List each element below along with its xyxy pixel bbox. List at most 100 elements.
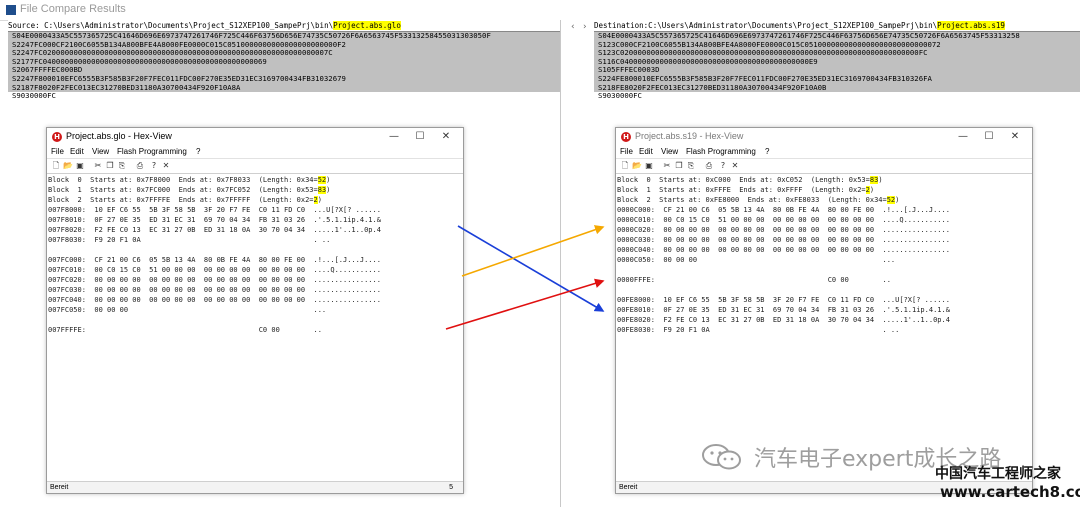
- hex-dump-line: 0000C020: 00 00 00 00 00 00 00 00 00 00 …: [617, 226, 950, 234]
- srecord-line: S116C04000000000000000000000000000000000…: [594, 57, 1080, 67]
- menu-flash-programming[interactable]: Flash Programming: [686, 147, 756, 156]
- srecord-line: S2247FC020000000000000000000000000000000…: [8, 49, 560, 58]
- hex-dump-line: 00FE8020: F2 FE C0 13 EC 31 27 0B ED 31 …: [617, 316, 950, 324]
- window-titlebar: File Compare Results: [0, 0, 1080, 21]
- block-info-line: Block 2 Starts at: 0x7FFFFE Ends at: 0x7…: [48, 196, 322, 204]
- pane-splitter[interactable]: ‹ ›: [560, 20, 596, 507]
- close-button[interactable]: ✕: [433, 130, 459, 144]
- open-folder-icon[interactable]: 📂: [632, 161, 642, 171]
- hex-dump-line: 007FC050: 00 00 00 ...: [48, 306, 327, 314]
- menu-view[interactable]: View: [92, 147, 109, 156]
- menu-edit[interactable]: Edit: [70, 147, 84, 156]
- source-file-highlight: Project.abs.glo: [333, 21, 401, 30]
- hex-dump-line: 00FE8030: F9 20 F1 0A . ..: [617, 326, 900, 334]
- length-highlight: 52: [317, 176, 327, 184]
- menu-edit[interactable]: Edit: [639, 147, 653, 156]
- hex-dump-line: 0000C000: CF 21 00 C6 05 5B 13 4A 80 0B …: [617, 206, 950, 214]
- new-file-icon[interactable]: 🗋: [620, 161, 630, 171]
- minimize-button[interactable]: —: [950, 130, 976, 144]
- cut-icon[interactable]: ✂: [662, 161, 672, 171]
- hexview-titlebar[interactable]: H Project.abs.glo - Hex-View — ☐ ✕: [47, 128, 463, 146]
- close-file-icon[interactable]: ✕: [161, 161, 171, 171]
- print-icon[interactable]: ⎙: [704, 161, 714, 171]
- srecord-line: S123C02000000000000000000000000000000000…: [594, 49, 1080, 58]
- save-icon[interactable]: ▣: [644, 161, 654, 171]
- length-highlight: 83: [317, 186, 327, 194]
- hex-dump-line: 007F8030: F9 20 F1 0A . ..: [48, 236, 331, 244]
- watermark: 汽车电子expert成长之路 中国汽车工程师之家 www.cartech8.co…: [700, 441, 1080, 507]
- menu-help[interactable]: ?: [765, 147, 769, 156]
- srecord-line: S224FE800010EFC6555B3F585B3F20F7FEC011FD…: [594, 74, 1080, 84]
- hexview-content[interactable]: Block 0 Starts at: 0xC000 Ends at: 0xC05…: [617, 174, 1031, 481]
- block-info-line: Block 1 Starts at: 0x7FC000 Ends at: 0x7…: [48, 186, 331, 194]
- close-file-icon[interactable]: ✕: [730, 161, 740, 171]
- srecord-line: S123C000CF2100C6055B134A800BFE4A8000FE00…: [594, 40, 1080, 50]
- save-icon[interactable]: ▣: [75, 161, 85, 171]
- hexview-menubar: File Edit View Flash Programming ?: [616, 146, 1032, 158]
- destination-records: S04E0000433A5C557365725C41646D696E697374…: [594, 32, 1080, 93]
- open-folder-icon[interactable]: 📂: [63, 161, 73, 171]
- maximize-button[interactable]: ☐: [976, 130, 1002, 144]
- hexview-toolbar: 🗋 📂 ▣ ✂ ❐ ⎘ ⎙ ? ✕: [616, 158, 1032, 174]
- help-icon[interactable]: ?: [718, 161, 728, 171]
- paste-icon[interactable]: ⎘: [117, 161, 127, 171]
- menu-view[interactable]: View: [661, 147, 678, 156]
- source-path: Source: C:\Users\Administrator\Documents…: [8, 20, 560, 32]
- hexview-app-icon: H: [621, 132, 631, 142]
- hexview-statusbar: Bereit 5: [47, 481, 463, 493]
- destination-path: Destination:C:\Users\Administrator\Docum…: [594, 20, 1080, 32]
- help-icon[interactable]: ?: [149, 161, 159, 171]
- srecord-line: S2187F8020F2FEC013EC31270BED31180A307004…: [8, 83, 560, 93]
- menu-file[interactable]: File: [51, 147, 64, 156]
- hex-dump-line: 0000C010: 00 C0 15 C0 51 00 00 00 00 00 …: [617, 216, 950, 224]
- hexview-app-icon: H: [52, 132, 62, 142]
- hex-dump-line: 0000C030: 00 00 00 00 00 00 00 00 00 00 …: [617, 236, 950, 244]
- window-title: File Compare Results: [20, 3, 126, 15]
- hexview-window-s19[interactable]: H Project.abs.s19 - Hex-View — ☐ ✕ File …: [615, 127, 1033, 494]
- hex-dump-line: 007FC030: 00 00 00 00 00 00 00 00 00 00 …: [48, 286, 381, 294]
- menu-flash-programming[interactable]: Flash Programming: [117, 147, 187, 156]
- hexview-content[interactable]: Block 0 Starts at: 0x7F8000 Ends at: 0x7…: [48, 174, 462, 481]
- paste-icon[interactable]: ⎘: [686, 161, 696, 171]
- menu-help[interactable]: ?: [196, 147, 200, 156]
- copy-icon[interactable]: ❐: [674, 161, 684, 171]
- maximize-button[interactable]: ☐: [407, 130, 433, 144]
- source-records: S04E0000433A5C557365725C41646D696E697374…: [8, 32, 560, 93]
- status-number: 5: [449, 484, 453, 491]
- status-text: Bereit: [619, 484, 638, 491]
- hex-dump-line: 0000FFFE: C0 00 ..: [617, 276, 891, 284]
- destination-file-highlight: Project.abs.s19: [937, 21, 1005, 30]
- block-info-line: Block 0 Starts at: 0x7F8000 Ends at: 0x7…: [48, 176, 331, 184]
- hex-dump-line: 007FC020: 00 00 00 00 00 00 00 00 00 00 …: [48, 276, 381, 284]
- close-button[interactable]: ✕: [1002, 130, 1028, 144]
- srecord-line: S2247FC000CF2100C6055B134A800BFE4A8000FE…: [8, 40, 560, 50]
- hex-dump-line: 0000C040: 00 00 00 00 00 00 00 00 00 00 …: [617, 246, 950, 254]
- watermark-site-name: 中国汽车工程师之家: [935, 466, 1061, 482]
- menu-file[interactable]: File: [620, 147, 633, 156]
- block-info-line: Block 1 Starts at: 0xFFFE Ends at: 0xFFF…: [617, 186, 875, 194]
- srecord-line: S2067FFFFEC000BD: [8, 66, 560, 75]
- srecord-line: S2247F800010EFC6555B3F585B3F20F7FEC011FD…: [8, 74, 560, 84]
- srecord-line: S105FFFEC0003D: [594, 66, 1080, 75]
- hexview-window-glo[interactable]: H Project.abs.glo - Hex-View — ☐ ✕ File …: [46, 127, 464, 494]
- print-icon[interactable]: ⎙: [135, 161, 145, 171]
- srecord-line: S04E0000433A5C557365725C41646D696E697374…: [8, 32, 560, 41]
- hex-dump-line: 00FE8010: 0F 27 0E 35 ED 31 EC 31 69 70 …: [617, 306, 950, 314]
- right-arrow-icon[interactable]: ›: [583, 22, 587, 32]
- block-info-line: Block 2 Starts at: 0xFE8000 Ends at: 0xF…: [617, 196, 900, 204]
- cut-icon[interactable]: ✂: [93, 161, 103, 171]
- hexview-menubar: File Edit View Flash Programming ?: [47, 146, 463, 158]
- length-highlight: 52: [886, 196, 896, 204]
- hex-dump-line: 007F8000: 10 EF C6 55 5B 3F 58 5B 3F 20 …: [48, 206, 381, 214]
- new-file-icon[interactable]: 🗋: [51, 161, 61, 171]
- minimize-button[interactable]: —: [381, 130, 407, 144]
- hex-dump-line: 007F8010: 0F 27 0E 35 ED 31 EC 31 69 70 …: [48, 216, 381, 224]
- source-last-record: S9030000FC: [8, 92, 560, 101]
- hex-dump-line: 007F8020: F2 FE C0 13 EC 31 27 0B ED 31 …: [48, 226, 381, 234]
- hex-dump-line: 007FFFFE: C0 00 ..: [48, 326, 322, 334]
- hexview-titlebar[interactable]: H Project.abs.s19 - Hex-View — ☐ ✕: [616, 128, 1032, 146]
- copy-icon[interactable]: ❐: [105, 161, 115, 171]
- status-text: Bereit: [50, 484, 69, 491]
- left-arrow-icon[interactable]: ‹: [571, 22, 575, 32]
- destination-last-record: S9030000FC: [594, 92, 1080, 101]
